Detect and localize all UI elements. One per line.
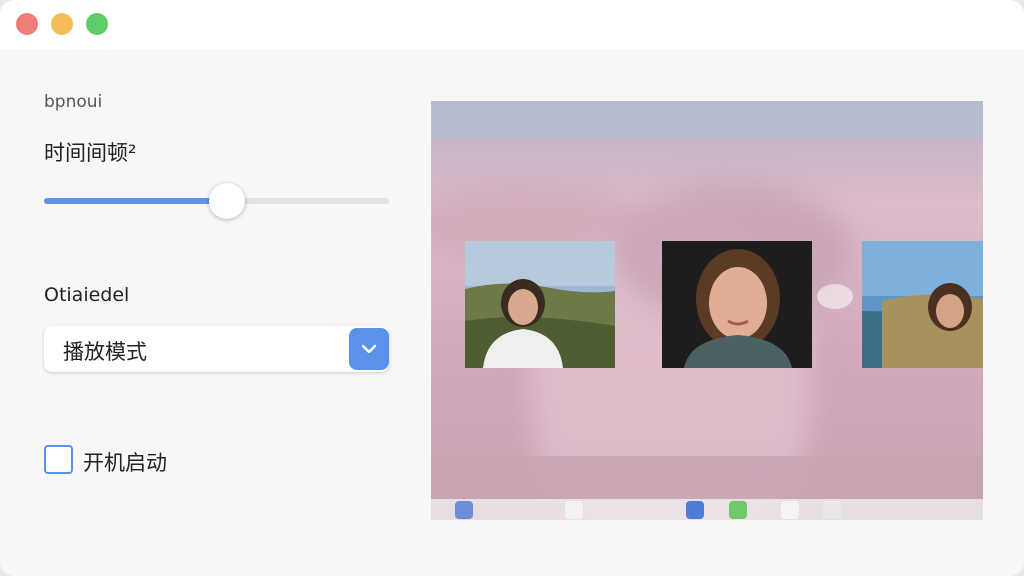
chevron-down-icon bbox=[361, 344, 377, 354]
carousel-indicator[interactable] bbox=[817, 284, 853, 309]
photo-thumbnail[interactable] bbox=[465, 241, 615, 368]
minimize-window-button[interactable] bbox=[51, 13, 73, 35]
portrait-photo-icon bbox=[662, 241, 812, 368]
photo-thumbnail[interactable] bbox=[862, 241, 983, 368]
app-icon[interactable] bbox=[729, 501, 747, 519]
play-mode-value: 播放模式 bbox=[63, 340, 147, 364]
title-bar bbox=[0, 0, 1024, 50]
close-window-button[interactable] bbox=[16, 13, 38, 35]
startup-label: 开机启动 bbox=[83, 451, 167, 475]
portrait-photo-icon bbox=[465, 241, 615, 368]
dropdown-button[interactable] bbox=[349, 328, 389, 370]
dock-bar bbox=[431, 499, 983, 520]
section-label: bpnoui bbox=[44, 92, 103, 112]
app-icon[interactable] bbox=[686, 501, 704, 519]
app-icon[interactable] bbox=[455, 501, 473, 519]
settings-icon[interactable] bbox=[823, 501, 841, 519]
maximize-window-button[interactable] bbox=[86, 13, 108, 35]
app-window: bpnoui 时间间顿² Otiaiedel 播放模式 开机启动 bbox=[0, 0, 1024, 576]
photo-thumbnail[interactable] bbox=[662, 241, 812, 368]
portrait-photo-icon bbox=[862, 241, 983, 368]
interval-label: 时间间顿² bbox=[44, 141, 137, 165]
interval-slider[interactable] bbox=[44, 182, 389, 220]
play-mode-select[interactable]: 播放模式 bbox=[44, 326, 389, 372]
app-icon[interactable] bbox=[781, 501, 799, 519]
wallpaper-preview bbox=[431, 101, 983, 520]
mode-label: Otiaiedel bbox=[44, 284, 130, 306]
slider-thumb[interactable] bbox=[209, 183, 245, 219]
startup-checkbox[interactable] bbox=[44, 445, 73, 474]
app-icon[interactable] bbox=[565, 501, 583, 519]
slider-fill bbox=[44, 198, 227, 204]
